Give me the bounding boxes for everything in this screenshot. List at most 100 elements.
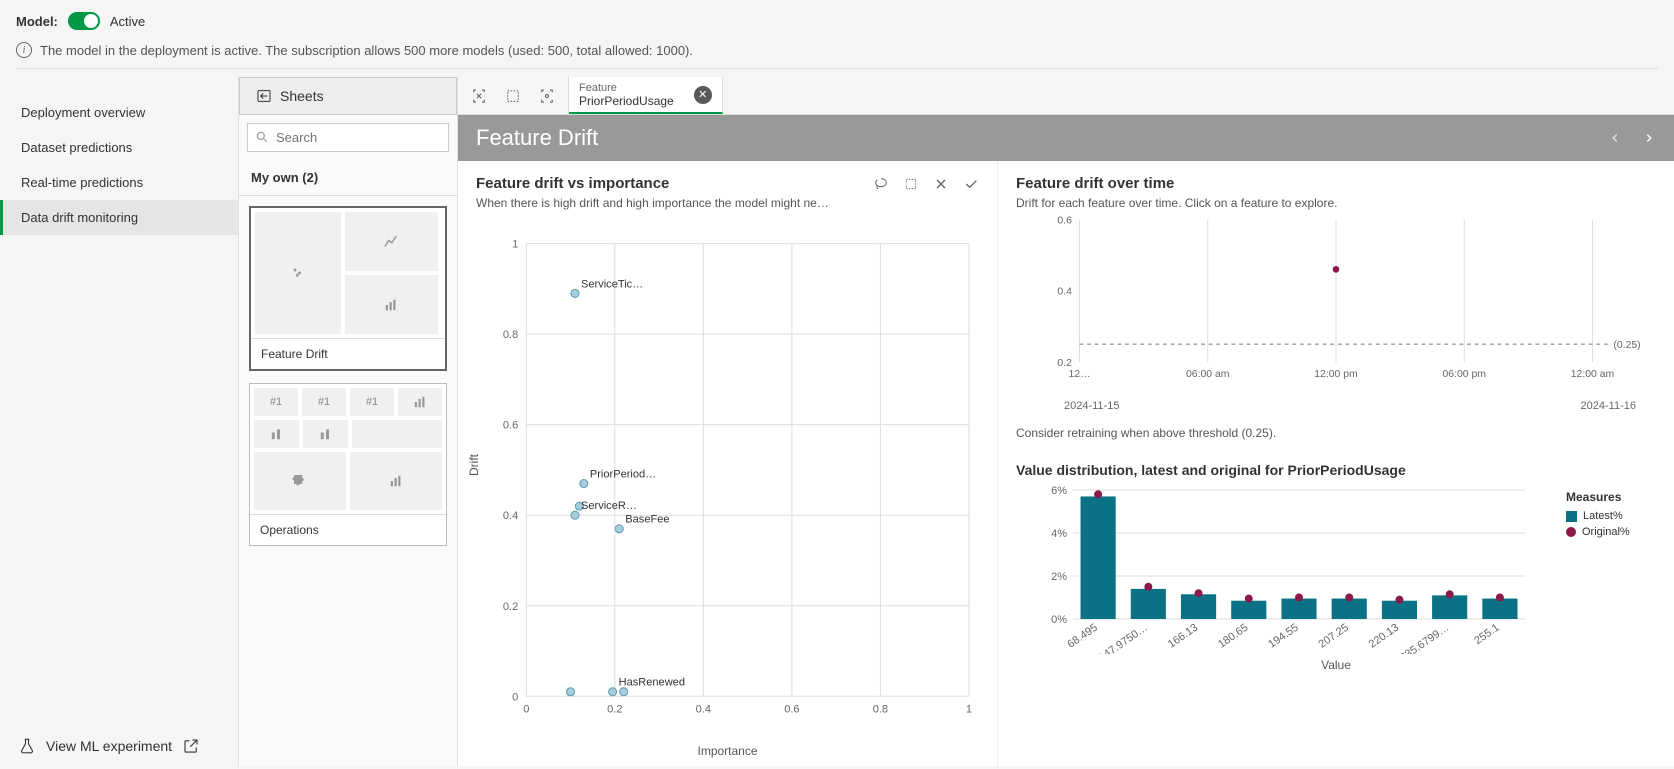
svg-text:166.13: 166.13 [1166, 622, 1200, 651]
close-icon[interactable]: ✕ [694, 86, 712, 104]
view-experiment-label: View ML experiment [46, 738, 172, 754]
legend: Measures Latest% Original% [1566, 484, 1656, 654]
time-subtitle: Drift for each feature over time. Click … [1016, 196, 1656, 210]
bar-icon [382, 296, 400, 314]
svg-text:0.4: 0.4 [503, 510, 518, 522]
search-input[interactable] [247, 123, 449, 152]
svg-text:BaseFee: BaseFee [625, 514, 669, 526]
svg-text:194.55: 194.55 [1266, 622, 1300, 651]
legend-title: Measures [1566, 490, 1656, 504]
myown-header[interactable]: My own (2) [239, 160, 457, 196]
svg-text:0.6: 0.6 [503, 420, 518, 432]
sheets-panel: Sheets My own (2) Feature Drift [238, 77, 458, 766]
svg-text:PriorPeriod…: PriorPeriod… [590, 468, 656, 480]
smart-selection-icon[interactable] [504, 87, 522, 105]
svg-text:12:00 am: 12:00 am [1571, 369, 1615, 380]
svg-text:0.8: 0.8 [503, 329, 518, 341]
bar-icon [387, 472, 405, 490]
scatter-subtitle: When there is high drift and high import… [476, 196, 979, 210]
legend-original-swatch [1566, 527, 1576, 537]
svg-text:220.13: 220.13 [1367, 622, 1401, 651]
active-state-label: Active [110, 14, 145, 29]
bar-icon [411, 393, 429, 411]
bar-icon [268, 425, 286, 443]
time-date-left: 2024-11-15 [1064, 400, 1119, 412]
back-icon [256, 88, 272, 104]
svg-text:ServiceTic…: ServiceTic… [581, 278, 643, 290]
svg-text:0.4: 0.4 [696, 703, 711, 715]
svg-text:2%: 2% [1051, 571, 1067, 583]
sheet-name: Feature Drift [251, 338, 445, 369]
svg-text:1: 1 [966, 703, 972, 715]
svg-text:255.1: 255.1 [1472, 622, 1501, 648]
view-experiment-link[interactable]: View ML experiment [18, 737, 200, 755]
sheets-button[interactable]: Sheets [239, 77, 457, 115]
svg-text:1: 1 [512, 239, 518, 251]
confirm-icon[interactable] [963, 176, 979, 192]
svg-text:06:00 pm: 06:00 pm [1442, 369, 1486, 380]
scatter-plot[interactable]: 00 0.2 0.2 0.4 0.4 0.6 0.6 0.8 0.8 1 1 ServiceTic… P… [476, 220, 979, 740]
sidebar-item-realtime[interactable]: Real-time predictions [0, 165, 238, 200]
focus-icon[interactable] [538, 87, 556, 105]
sidebar-item-dataset[interactable]: Dataset predictions [0, 130, 238, 165]
svg-text:0.6: 0.6 [1057, 215, 1072, 226]
svg-text:HasRenewed: HasRenewed [619, 677, 685, 689]
active-toggle[interactable] [68, 12, 100, 30]
time-title: Feature drift over time [1016, 175, 1656, 192]
time-note: Consider retraining when above threshold… [1016, 426, 1656, 440]
svg-text:235.6799…: 235.6799… [1398, 622, 1451, 654]
bar-title: Value distribution, latest and original … [1016, 462, 1656, 478]
cancel-icon[interactable] [933, 176, 949, 192]
svg-text:0.2: 0.2 [607, 703, 622, 715]
svg-text:68.495: 68.495 [1065, 622, 1099, 651]
legend-latest-swatch [1566, 511, 1577, 522]
sidebar-item-overview[interactable]: Deployment overview [0, 95, 238, 130]
svg-text:6%: 6% [1051, 485, 1067, 497]
svg-text:ServiceR…: ServiceR… [581, 500, 637, 512]
bar-icon [317, 425, 335, 443]
svg-text:(0.25): (0.25) [1613, 340, 1640, 351]
sheet-card-feature-drift[interactable]: Feature Drift [249, 206, 447, 371]
time-plot[interactable]: 0.2 0.4 0.6 12… 06:00 am 12:00 pm 06:00 pm 12:0… [1016, 210, 1656, 400]
chevron-right-icon[interactable] [1642, 131, 1656, 145]
time-date-right: 2024-11-16 [1581, 400, 1636, 412]
info-text: The model in the deployment is active. T… [40, 43, 693, 58]
chevron-left-icon[interactable] [1608, 131, 1622, 145]
svg-text:12:00 pm: 12:00 pm [1314, 369, 1358, 380]
svg-text:0: 0 [512, 691, 518, 703]
sheet-name: Operations [250, 514, 446, 545]
info-icon: i [16, 42, 32, 58]
sheet-card-operations[interactable]: #1 #1 #1 Operations [249, 383, 447, 546]
search-icon [255, 130, 269, 144]
scatter-xlabel: Importance [476, 744, 979, 758]
flask-icon [18, 737, 36, 755]
svg-text:12…: 12… [1068, 369, 1090, 380]
selection-icon[interactable] [903, 176, 919, 192]
svg-text:0: 0 [523, 703, 529, 715]
lasso-icon[interactable] [873, 176, 889, 192]
page-title: Feature Drift [476, 125, 598, 151]
bar-plot[interactable]: 0% 2% 4% 6% 68.495147.9750… 166.13 180.65 194.5… [1016, 484, 1554, 654]
selection-tool-icon[interactable] [470, 87, 488, 105]
sheets-label: Sheets [280, 88, 324, 104]
external-icon [182, 737, 200, 755]
scatter-icon [289, 264, 307, 282]
model-label: Model: [16, 14, 58, 29]
feature-tab-value: PriorPeriodUsage [579, 94, 674, 108]
svg-text:0.4: 0.4 [1057, 287, 1072, 298]
line-icon [382, 233, 400, 251]
svg-text:4%: 4% [1051, 528, 1067, 540]
svg-text:0.2: 0.2 [503, 601, 518, 613]
svg-text:0%: 0% [1051, 614, 1067, 626]
svg-text:0.8: 0.8 [873, 703, 888, 715]
sidebar: Deployment overview Dataset predictions … [0, 77, 238, 766]
svg-text:180.65: 180.65 [1216, 622, 1250, 651]
svg-text:06:00 am: 06:00 am [1186, 369, 1230, 380]
svg-text:147.9750…: 147.9750… [1097, 622, 1150, 654]
feature-tab[interactable]: Feature PriorPeriodUsage ✕ [569, 77, 723, 114]
svg-text:207.25: 207.25 [1316, 622, 1350, 651]
svg-text:0.2: 0.2 [1057, 358, 1072, 369]
sidebar-item-drift[interactable]: Data drift monitoring [0, 200, 238, 235]
svg-text:0.6: 0.6 [784, 703, 799, 715]
puzzle-icon [291, 472, 309, 490]
